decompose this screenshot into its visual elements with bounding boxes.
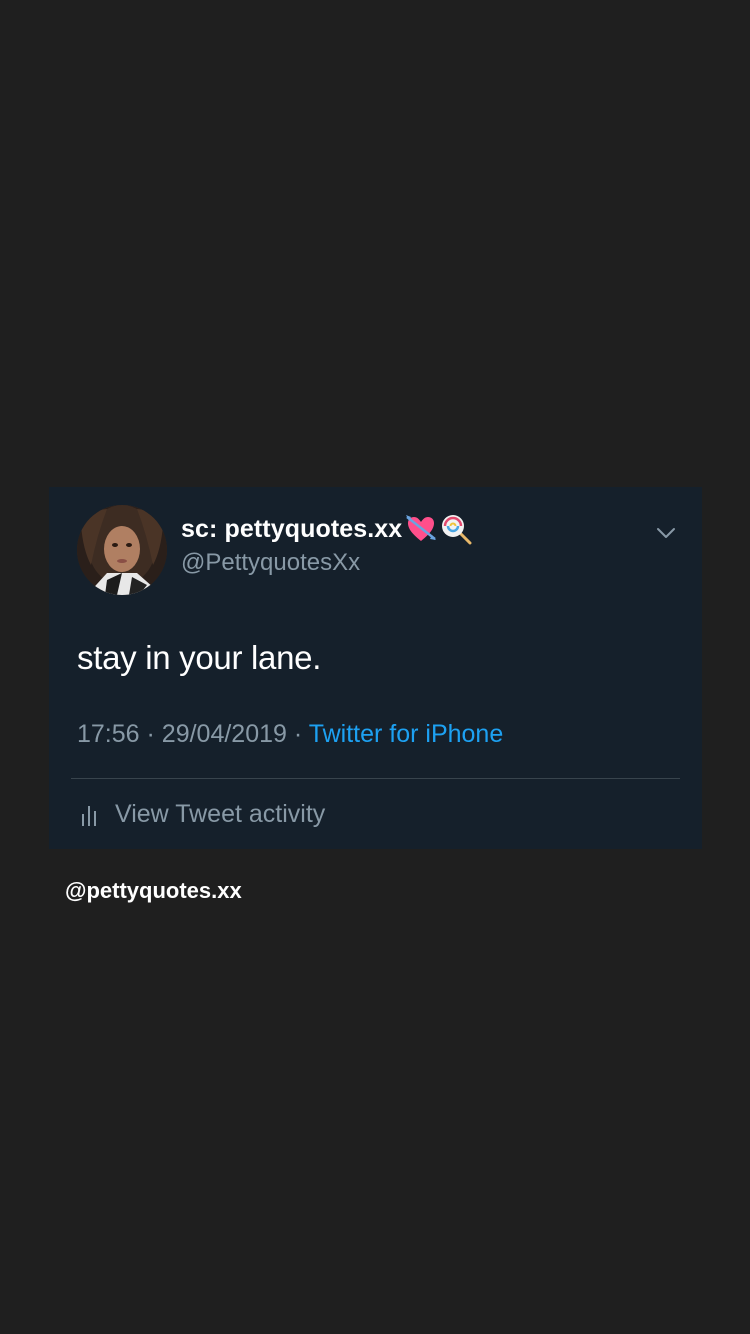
tweet-text: stay in your lane. <box>77 639 322 676</box>
lollipop-icon <box>440 513 472 545</box>
meta-separator: · <box>146 720 162 748</box>
display-name-row[interactable]: sc: pettyquotes.xx <box>181 513 472 545</box>
avatar-photo <box>77 505 167 595</box>
avatar[interactable] <box>77 505 167 595</box>
display-name[interactable]: sc: pettyquotes.xx <box>181 515 402 544</box>
tweet-source-link[interactable]: Twitter for iPhone <box>309 720 504 748</box>
bar-chart-icon <box>79 802 99 828</box>
view-tweet-activity-button[interactable]: View Tweet activity <box>79 800 325 829</box>
tweet-time: 17:56 <box>77 720 140 748</box>
tweet-card[interactable]: sc: pettyquotes.xx @PettyquotesXx stay i… <box>49 487 702 849</box>
chevron-down-icon[interactable] <box>654 521 678 545</box>
tweet-meta: 17:56 · 29/04/2019 · Twitter for iPhone <box>77 720 503 749</box>
view-tweet-activity-label: View Tweet activity <box>115 800 326 828</box>
divider <box>71 778 680 779</box>
meta-separator: · <box>293 720 309 748</box>
tweet-date: 29/04/2019 <box>161 720 287 748</box>
watermark-handle: @pettyquotes.xx <box>65 878 242 903</box>
heart-with-arrow-icon <box>405 513 437 545</box>
user-handle[interactable]: @PettyquotesXx <box>181 549 360 577</box>
